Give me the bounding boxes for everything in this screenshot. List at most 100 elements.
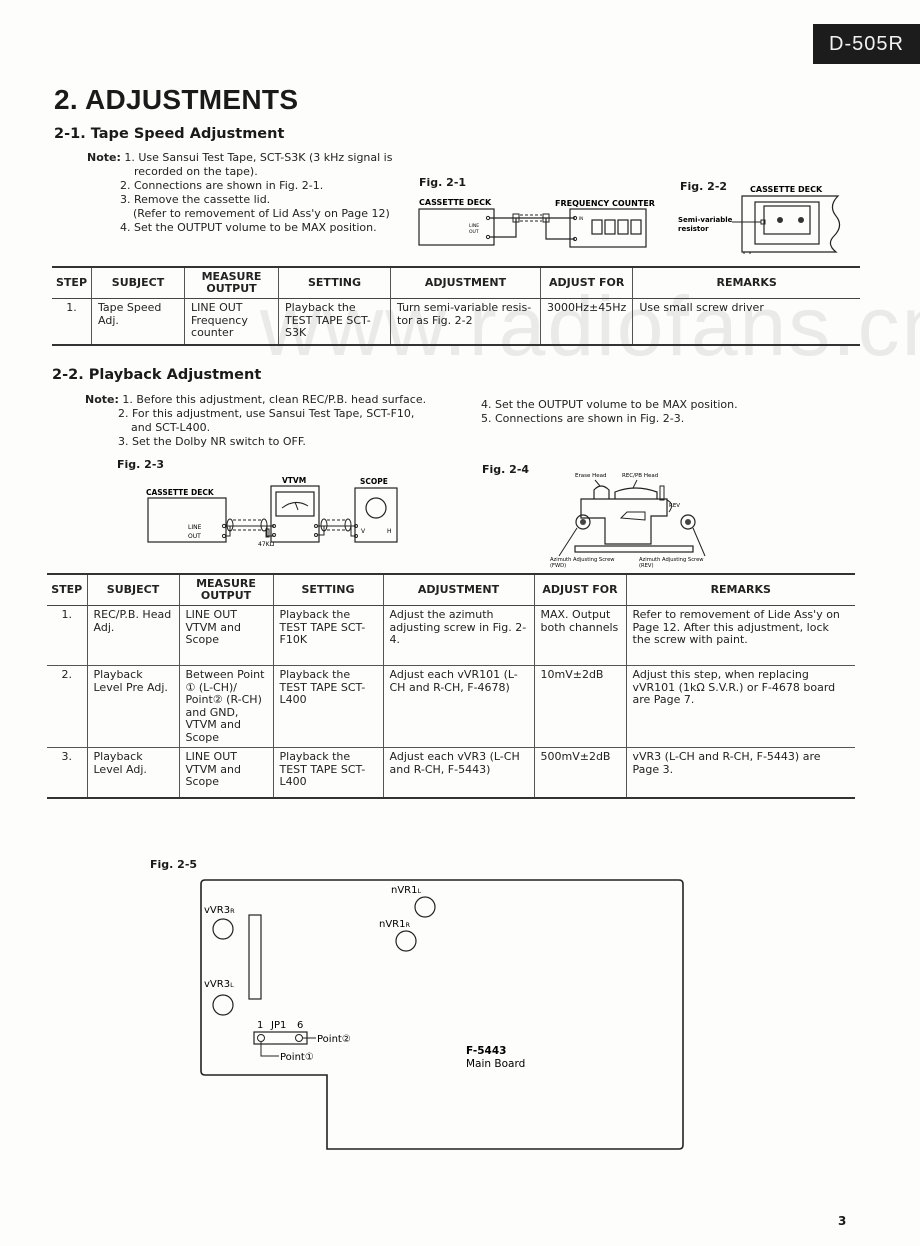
model-badge: D-505R — [813, 24, 920, 64]
fig-2-2-diagram: CASSETTE DECK Semi-variable resistor — [678, 185, 841, 254]
page-number: 3 — [838, 1214, 847, 1228]
svg-text:(FWD): (FWD) — [550, 563, 566, 569]
point2-label: Point② — [317, 1034, 351, 1045]
cell-subject: Playback Level Adj. — [86, 747, 179, 798]
col-measure-output: MEASURE OUTPUT — [178, 574, 273, 606]
note-line: and SCT-L400. — [131, 421, 211, 434]
svg-text:6: 6 — [297, 1020, 303, 1031]
resistor-label: Semi-variable — [678, 216, 733, 224]
cell-setting: Playback the TEST TAPE SCT-F10K — [272, 605, 383, 666]
table-header-row: STEP SUBJECT MEASURE OUTPUT SETTING ADJU… — [52, 267, 860, 299]
note-line: 4. Set the OUTPUT volume to be MAX posit… — [120, 221, 377, 234]
col-remarks: REMARKS — [632, 267, 860, 299]
col-subject: SUBJECT — [86, 574, 179, 606]
cell-step: 1. — [66, 301, 77, 314]
table-row: 1. REC/P.B. Head Adj. LINE OUT VTVM and … — [47, 605, 855, 666]
board-name: Main Board — [466, 1058, 525, 1070]
vvr3l-label: vVR3L — [204, 979, 234, 990]
connector — [248, 914, 262, 1000]
cell-adjustment: Adjust the azimuth adjusting screw in Fi… — [382, 605, 534, 666]
playback-table: STEP SUBJECT MEASURE OUTPUT SETTING ADJU… — [47, 573, 855, 799]
col-setting: SETTING — [278, 267, 391, 299]
nvr1r-label: nVR1R — [379, 919, 411, 930]
out-label: OUT — [469, 229, 479, 235]
tape-speed-table: STEP SUBJECT MEASURE OUTPUT SETTING ADJU… — [52, 266, 860, 346]
svg-text:VTVM: VTVM — [282, 476, 306, 485]
col-adjust-for: ADJUST FOR — [533, 574, 626, 606]
col-setting: SETTING — [272, 574, 383, 606]
note-line: 2. Connections are shown in Fig. 2-1. — [120, 179, 324, 192]
nvr1l-label: nVR1L — [391, 885, 422, 896]
note-line: (Refer to removement of Lid Ass'y on Pag… — [133, 207, 390, 220]
cell-subject: Playback Level Pre Adj. — [86, 665, 179, 748]
page-title: 2. ADJUSTMENTS — [54, 84, 299, 115]
svg-text:LINE: LINE — [188, 524, 202, 531]
cell-adjust-for: 10mV±2dB — [533, 665, 626, 748]
frequency-counter-box — [569, 208, 647, 248]
cell-remarks: Adjust this step, when replacing vVR101 … — [625, 665, 855, 748]
nvr1r-control — [395, 930, 417, 952]
jp1-connector — [253, 1031, 308, 1045]
svg-text:REC/PB Head: REC/PB Head — [622, 473, 658, 479]
col-subject: SUBJECT — [91, 267, 185, 299]
table-row: 2. Playback Level Pre Adj. Between Point… — [47, 665, 855, 748]
cell-remarks: vVR3 (L-CH and R-CH, F-5443) are Page 3. — [625, 747, 855, 798]
cassette-deck-box — [418, 208, 495, 246]
note-line: 1. Use Sansui Test Tape, SCT-S3K (3 kHz … — [124, 151, 393, 164]
cell-adjustment: Adjust each vVR3 (L-CH and R-CH, F-5443) — [382, 747, 534, 798]
cell-measure-output: LINE OUT VTVM and Scope — [178, 605, 273, 666]
counter-label: FREQUENCY COUNTER — [555, 199, 655, 208]
cell-adjust-for: 500mV±2dB — [533, 747, 626, 798]
section-title-playback: 2-2. Playback Adjustment — [52, 367, 262, 383]
note-line: recorded on the tape). — [134, 165, 258, 178]
cassette-deck-box — [147, 497, 227, 543]
svg-text:1: 1 — [257, 1020, 263, 1031]
col-adjust-for: ADJUST FOR — [540, 267, 633, 299]
col-adjustment: ADJUSTMENT — [382, 574, 534, 606]
svg-text:H: H — [387, 528, 392, 535]
svg-text:V: V — [361, 528, 366, 535]
jp1-label: JP1 — [270, 1020, 286, 1031]
section2-notes-right: 4. Set the OUTPUT volume to be MAX posit… — [481, 398, 738, 426]
cell-setting: Playback the TEST TAPE SCT-S3K — [278, 298, 391, 345]
vvr3r-control — [212, 918, 234, 940]
fig-2-3-label: Fig. 2-3 — [117, 458, 165, 471]
fig-2-5-board-diagram: vVR3R vVR3L nVR1L nVR1R 1 JP1 6 Point② P… — [200, 879, 684, 1150]
section2-notes-left: Note: 1. Before this adjustment, clean R… — [85, 393, 426, 449]
table-header-row: STEP SUBJECT MEASURE OUTPUT SETTING ADJU… — [47, 574, 855, 606]
section1-notes: Note: 1. Use Sansui Test Tape, SCT-S3K (… — [87, 151, 392, 235]
vvr3l-control — [212, 994, 234, 1016]
fig-2-1-label: Fig. 2-1 — [419, 176, 467, 189]
col-remarks: REMARKS — [625, 574, 855, 606]
vvr3r-label: vVR3R — [204, 905, 235, 916]
note-line: 3. Set the Dolby NR switch to OFF. — [118, 435, 306, 448]
deck-label: CASSETTE DECK — [419, 198, 492, 207]
col-step: STEP — [51, 583, 83, 596]
note-line: 2. For this adjustment, use Sansui Test … — [118, 407, 415, 420]
cell-measure-output: LINE OUT VTVM and Scope — [178, 747, 273, 798]
svg-text:CASSETTE DECK: CASSETTE DECK — [146, 488, 215, 497]
section-title-tape-speed: 2-1. Tape Speed Adjustment — [54, 126, 285, 142]
cell-measure-output: LINE OUT Frequency counter — [184, 298, 279, 345]
svg-text:resistor: resistor — [678, 225, 709, 233]
cell-step: 2. — [61, 668, 73, 681]
cell-adjust-for: 3000Hz±45Hz — [540, 298, 633, 345]
note-line: 5. Connections are shown in Fig. 2-3. — [481, 412, 685, 425]
cell-setting: Playback the TEST TAPE SCT-L400 — [272, 665, 383, 748]
main-board-outline — [200, 879, 684, 1150]
nvr1l-control — [414, 896, 436, 918]
note-label: Note: — [85, 393, 119, 406]
point1-label: Point① — [280, 1052, 314, 1063]
cell-remarks: Use small screw driver — [632, 298, 860, 345]
cell-measure-output: Between Point ① (L-CH)/ Point② (R-CH) an… — [178, 665, 273, 748]
table-row: 3. Playback Level Adj. LINE OUT VTVM and… — [47, 747, 855, 798]
svg-text:SCOPE: SCOPE — [360, 477, 388, 486]
note-line: 3. Remove the cassette lid. — [120, 193, 271, 206]
cell-subject: Tape Speed Adj. — [91, 298, 185, 345]
fig-2-3-diagram: CASSETTE DECK LINE OUT 47KΩ VTVM SCOPE V… — [146, 476, 398, 548]
cell-adjustment: Turn semi-variable resis-tor as Fig. 2-2 — [390, 298, 541, 345]
cell-setting: Playback the TEST TAPE SCT-L400 — [272, 747, 383, 798]
cell-remarks: Refer to removement of Lide Ass'y on Pag… — [625, 605, 855, 666]
table-row: 1. Tape Speed Adj. LINE OUT Frequency co… — [52, 298, 860, 345]
cell-step: 3. — [61, 750, 73, 763]
